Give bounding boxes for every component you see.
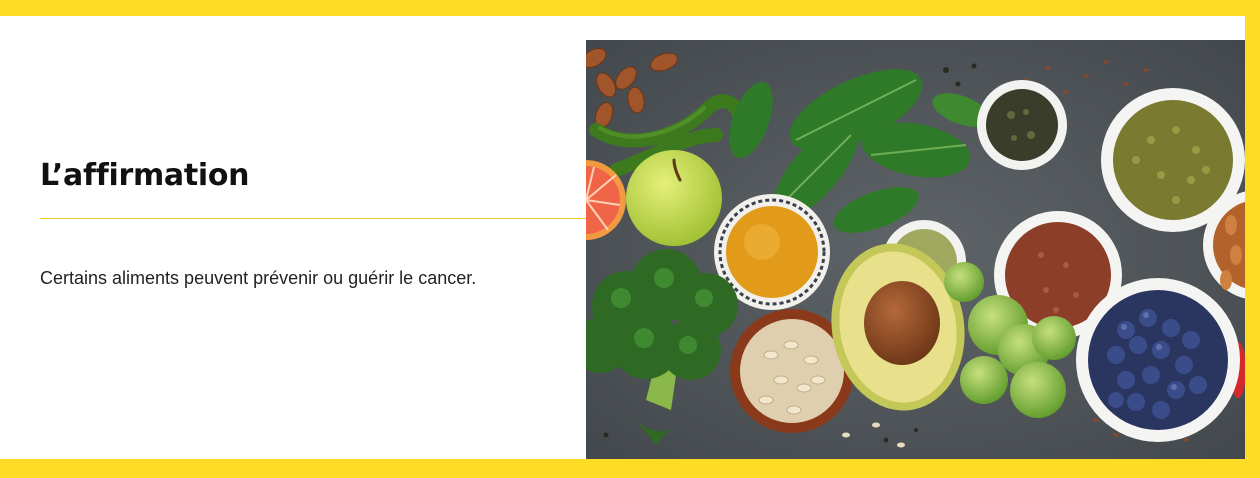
frame-top-border bbox=[0, 0, 1260, 16]
frame-bottom-border bbox=[0, 459, 1260, 478]
healthy-food-illustration bbox=[586, 40, 1245, 459]
heading-divider bbox=[40, 218, 586, 219]
frame-right-border bbox=[1245, 0, 1260, 478]
claim-heading: L’affirmation bbox=[40, 158, 250, 193]
claim-text: Certains aliments peuvent prévenir ou gu… bbox=[40, 268, 477, 288]
healthy-food-photo bbox=[586, 40, 1245, 459]
